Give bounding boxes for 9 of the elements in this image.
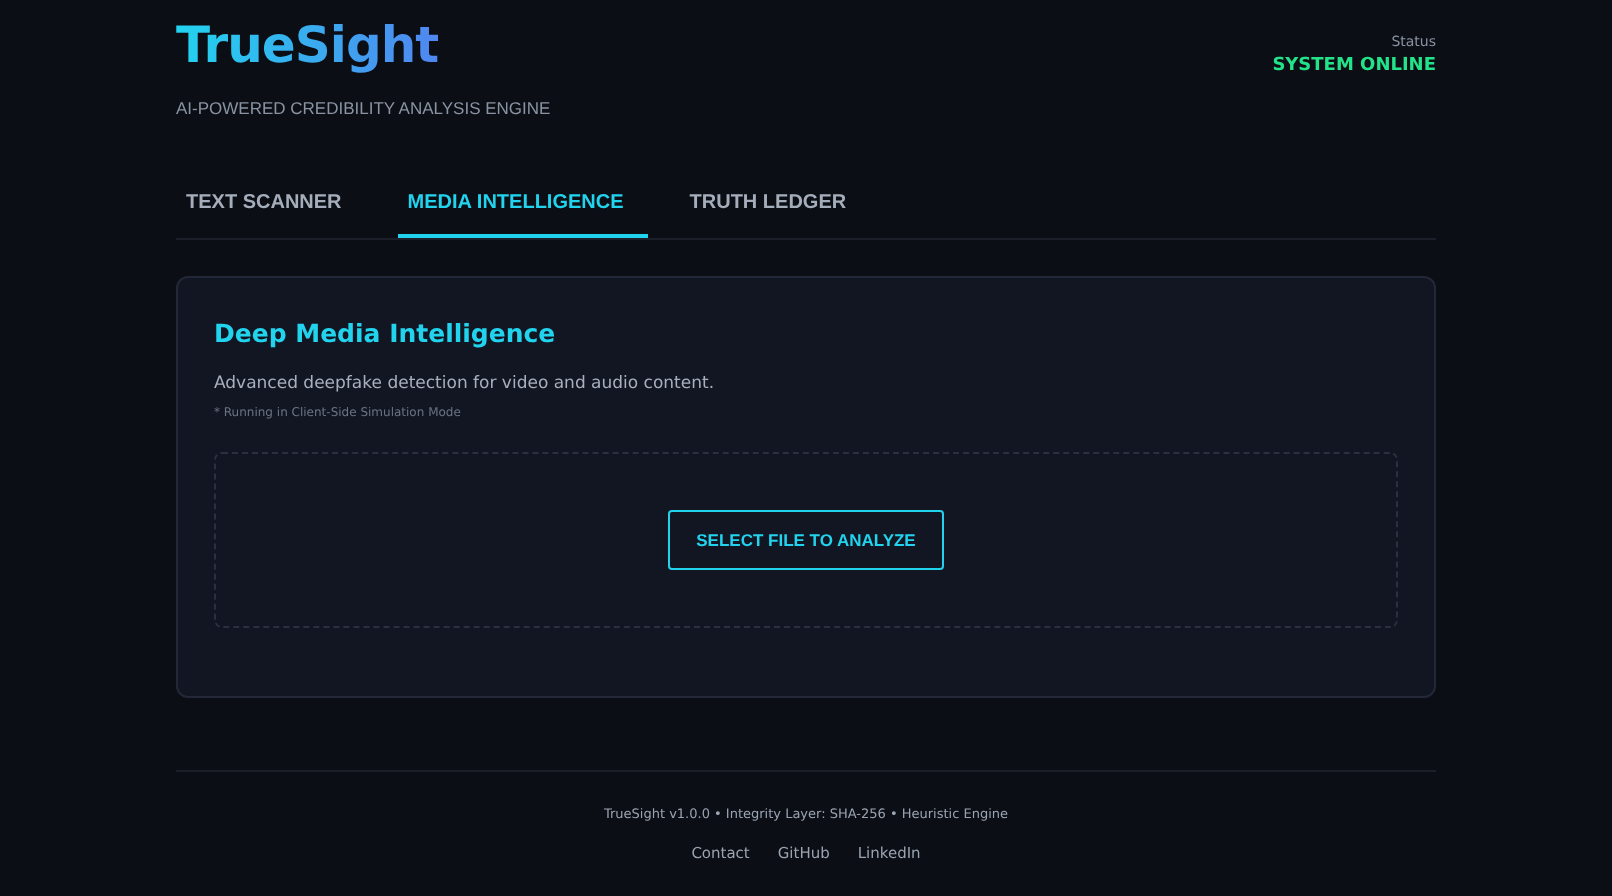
tab[interactable]: MEDIA INTELLIGENCE xyxy=(397,178,648,238)
panel-title: Deep Media Intelligence xyxy=(214,318,558,348)
status-value: SYSTEM ONLINE xyxy=(1272,56,1436,76)
select-file-button[interactable]: SELECT FILE TO ANALYZE xyxy=(668,510,944,570)
tab[interactable]: TEXT SCANNER xyxy=(176,178,366,238)
drop-zone[interactable]: SELECT FILE TO ANALYZE xyxy=(214,452,1398,628)
panel-description: Advanced deepfake detection for video and audio content. xyxy=(214,374,717,394)
tagline: AI-POWERED CREDIBILITY ANALYSIS ENGINE xyxy=(176,98,551,118)
tab[interactable]: TRUTH LEDGER xyxy=(679,178,871,238)
